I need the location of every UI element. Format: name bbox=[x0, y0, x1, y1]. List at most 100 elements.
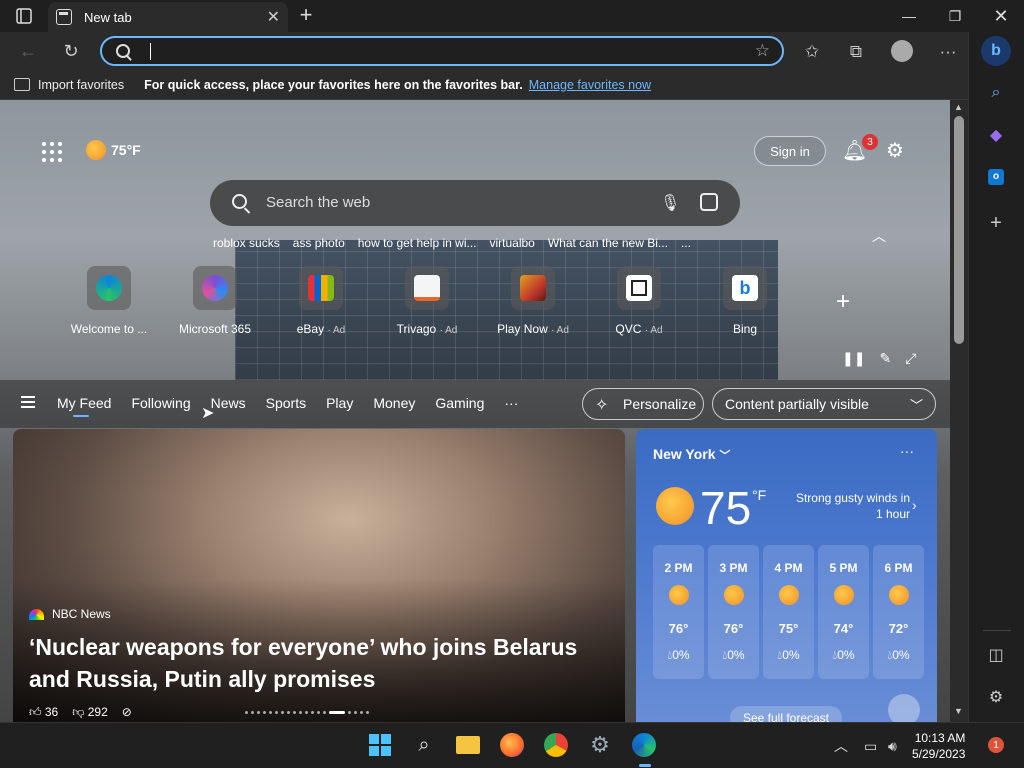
sunny-icon bbox=[778, 585, 799, 605]
notifications-bell-icon[interactable]: 🔔︎ 3 bbox=[842, 134, 878, 162]
network-icon[interactable]: ▭ bbox=[864, 723, 877, 768]
import-favorites-button[interactable]: Import favorites bbox=[14, 78, 124, 92]
comment-off-icon[interactable]: ⊘ bbox=[122, 705, 132, 720]
chrome-icon[interactable] bbox=[542, 731, 570, 759]
hour-time: 6 PM bbox=[884, 561, 913, 575]
chevron-right-icon[interactable]: › bbox=[912, 497, 917, 513]
tab-my-feed[interactable]: My Feed bbox=[57, 395, 111, 417]
like-button[interactable]: 👍︎ 36 bbox=[29, 705, 58, 720]
ad-label: · Ad bbox=[551, 325, 569, 336]
weather-alert[interactable]: Strong gusty winds in 1 hour bbox=[786, 490, 910, 522]
scroll-up-icon[interactable]: ▲ bbox=[954, 102, 963, 112]
expand-icon[interactable]: ⤢ bbox=[905, 350, 916, 367]
minimize-button[interactable]: — bbox=[886, 0, 932, 32]
microphone-icon[interactable]: 🎙︎ bbox=[660, 193, 680, 213]
manage-favorites-link[interactable]: Manage favorites now bbox=[529, 78, 651, 92]
scrollbar-thumb[interactable] bbox=[954, 116, 964, 344]
app-launcher-icon[interactable] bbox=[42, 142, 62, 162]
trending-item[interactable]: how to get help in wi... bbox=[358, 236, 477, 250]
tab-money[interactable]: Money bbox=[373, 395, 415, 411]
volume-icon[interactable]: 🔊︎ bbox=[888, 723, 897, 768]
hour-forecast: 3 PM 76° 💧︎0% bbox=[708, 545, 759, 679]
quick-link-label: Bing bbox=[732, 322, 758, 336]
hero-news-card[interactable]: NBC News ‘Nuclear weapons for everyone’ … bbox=[13, 429, 625, 722]
weather-card[interactable]: New York ﹀ ··· 75 °F Strong gusty winds … bbox=[636, 429, 937, 722]
quick-link-qvc[interactable]: QVC · Ad bbox=[586, 266, 692, 336]
weather-widget[interactable]: 75°F bbox=[86, 140, 141, 160]
background-controls: ❚❚ ✎ ⤢ bbox=[842, 350, 916, 367]
sidebar-search-icon[interactable]: ⌕ bbox=[983, 80, 1009, 106]
notification-center-badge[interactable]: 1 bbox=[988, 737, 1004, 753]
weather-city[interactable]: New York ﹀ bbox=[653, 446, 730, 463]
quick-link-edge[interactable]: Welcome to ... bbox=[56, 266, 162, 336]
hamburger-menu-icon[interactable] bbox=[21, 396, 35, 408]
web-search-box[interactable]: Search the web 🎙︎ bbox=[210, 180, 740, 226]
content-visibility-dropdown[interactable]: Content partially visible ﹀ bbox=[712, 388, 936, 420]
close-tab-icon[interactable]: ✕ bbox=[267, 7, 280, 27]
edit-background-icon[interactable]: ✎ bbox=[879, 350, 891, 367]
quick-link-label: Microsoft 365 bbox=[178, 322, 252, 336]
taskbar-clock[interactable]: 10:13 AM 5/29/2023 bbox=[912, 730, 965, 762]
back-button[interactable]: ← bbox=[15, 38, 41, 64]
profile-avatar[interactable] bbox=[890, 40, 914, 64]
file-explorer-icon[interactable] bbox=[454, 731, 482, 759]
notification-badge: 3 bbox=[862, 134, 878, 150]
add-favorite-icon[interactable]: ☆ bbox=[755, 41, 770, 61]
more-menu-icon[interactable]: ··· bbox=[936, 40, 960, 64]
bing-chat-icon[interactable]: b bbox=[981, 36, 1011, 66]
collections-icon[interactable]: ⧉ bbox=[844, 40, 868, 64]
hero-headline[interactable]: ‘Nuclear weapons for everyone’ who joins… bbox=[29, 631, 589, 695]
import-icon bbox=[14, 78, 30, 91]
settings-app-icon[interactable]: ⚙ bbox=[586, 731, 614, 759]
quick-link-trivago[interactable]: Trivago · Ad bbox=[374, 266, 480, 336]
sign-in-button[interactable]: Sign in bbox=[754, 136, 826, 166]
trending-item[interactable]: What can the new Bi... bbox=[548, 236, 668, 250]
more-options-icon[interactable]: ··· bbox=[900, 443, 914, 459]
sidebar-settings-icon[interactable]: ⚙ bbox=[983, 684, 1009, 710]
edge-taskbar-icon[interactable] bbox=[630, 731, 658, 767]
quick-link-bing[interactable]: b Bing bbox=[692, 266, 798, 336]
tab-following[interactable]: Following bbox=[131, 395, 190, 411]
tab-actions-button[interactable] bbox=[8, 4, 40, 28]
scroll-down-icon[interactable]: ▼ bbox=[954, 706, 963, 716]
chevron-up-icon[interactable]: ︿ bbox=[872, 226, 886, 246]
tab-more[interactable]: ··· bbox=[504, 395, 518, 411]
trending-item[interactable]: ass photo bbox=[293, 236, 345, 250]
weather-assistant-icon[interactable] bbox=[888, 694, 920, 722]
dislike-button[interactable]: 👎︎ 292 bbox=[72, 705, 108, 720]
close-window-button[interactable]: ✕ bbox=[978, 0, 1024, 32]
microsoft-365-icon[interactable]: ◆ bbox=[983, 122, 1009, 148]
tab-gaming[interactable]: Gaming bbox=[435, 395, 484, 411]
quick-link-play-now[interactable]: Play Now · Ad bbox=[480, 266, 586, 336]
trending-item[interactable]: virtualbo bbox=[489, 236, 534, 250]
favorites-icon[interactable]: ✩ bbox=[800, 40, 824, 64]
tab-play[interactable]: Play bbox=[326, 395, 353, 411]
quick-link-ebay[interactable]: eBay · Ad bbox=[268, 266, 374, 336]
add-sidebar-app-icon[interactable]: + bbox=[983, 210, 1009, 236]
refresh-button[interactable]: ↻ bbox=[58, 38, 84, 64]
pause-icon[interactable]: ❚❚ bbox=[842, 350, 865, 367]
address-bar[interactable]: ☆ bbox=[100, 36, 784, 66]
restore-button[interactable]: ❐ bbox=[932, 0, 978, 32]
taskbar-search-icon[interactable]: ⌕ bbox=[410, 731, 438, 759]
trending-more[interactable]: ... bbox=[681, 236, 691, 250]
tab-sports[interactable]: Sports bbox=[266, 395, 306, 411]
quick-link-microsoft-365[interactable]: Microsoft 365 bbox=[162, 266, 268, 336]
personalize-button[interactable]: ✧ Personalize bbox=[582, 388, 704, 420]
start-button[interactable] bbox=[366, 731, 394, 759]
visual-search-icon[interactable] bbox=[700, 193, 718, 211]
new-tab-button[interactable]: + bbox=[294, 4, 318, 28]
trending-item[interactable]: roblox sucks bbox=[213, 236, 280, 250]
add-quick-link-button[interactable]: + bbox=[836, 288, 850, 316]
tab-news[interactable]: News bbox=[211, 395, 246, 411]
hide-sidebar-icon[interactable]: ◫ bbox=[983, 642, 1009, 668]
firefox-icon[interactable] bbox=[498, 731, 526, 759]
show-hidden-icons-button[interactable]: ︿ bbox=[834, 723, 848, 768]
windows-logo-icon bbox=[369, 734, 391, 756]
outlook-icon[interactable]: o bbox=[983, 164, 1009, 190]
tab-new-tab[interactable]: New tab ✕ bbox=[48, 2, 288, 32]
like-count: 36 bbox=[44, 705, 59, 719]
see-full-forecast-button[interactable]: See full forecast bbox=[730, 706, 842, 722]
page-settings-gear-icon[interactable]: ⚙ bbox=[886, 138, 904, 163]
page-scrollbar[interactable]: ▲ ▼ bbox=[950, 100, 968, 722]
